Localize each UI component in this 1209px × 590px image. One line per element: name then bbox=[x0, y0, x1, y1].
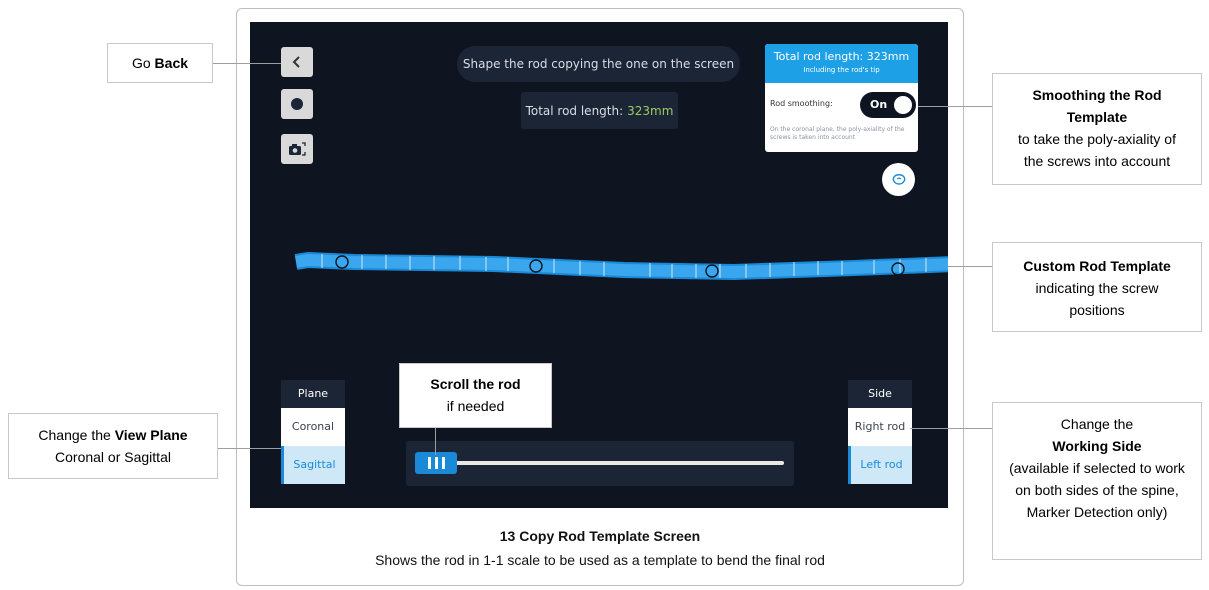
callout-smoothing-text: to take the poly-axiality of the screws … bbox=[1018, 131, 1176, 169]
callout-line-scroll bbox=[435, 428, 436, 455]
grip-line bbox=[434, 457, 438, 469]
smoothing-toggle[interactable]: On bbox=[860, 92, 916, 118]
callout-view-plane: Change the View Plane Coronal or Sagitta… bbox=[8, 413, 218, 479]
callout-go-back-text: Go bbox=[131, 55, 155, 71]
card-title: Total rod length: 323mm bbox=[773, 50, 910, 63]
rod-template bbox=[294, 252, 948, 280]
rod-shape-icon bbox=[892, 173, 905, 185]
side-panel-title: Side bbox=[848, 380, 912, 408]
callout-view-plane-text: Coronal or Sagittal bbox=[55, 449, 171, 465]
chevron-left-icon bbox=[292, 56, 300, 68]
caption-subtitle: Shows the rod in 1-1 scale to be used as… bbox=[375, 552, 825, 568]
plane-option-coronal[interactable]: Coronal bbox=[281, 408, 345, 446]
callout-go-back-bold: Back bbox=[154, 55, 189, 71]
record-button[interactable] bbox=[281, 89, 313, 119]
callout-smoothing: Smoothing the Rod Template to take the p… bbox=[992, 73, 1202, 185]
callout-custom-rod-text: indicating the screw positions bbox=[1035, 280, 1159, 318]
smoothing-note: On the coronal plane, the poly-axiality … bbox=[770, 126, 905, 141]
smoothing-label: Rod smoothing: bbox=[770, 99, 833, 108]
callout-custom-rod-bold: Custom Rod Template bbox=[1023, 258, 1171, 274]
rod-view-button[interactable] bbox=[882, 163, 915, 196]
total-length-box: Total rod length: 323mm bbox=[521, 92, 678, 129]
rod-info-card: Total rod length: 323mm Including the ro… bbox=[765, 44, 918, 152]
callout-custom-rod: Custom Rod Template indicating the screw… bbox=[992, 242, 1202, 332]
total-length-value: 323mm bbox=[627, 103, 674, 118]
plane-panel-title: Plane bbox=[281, 380, 345, 408]
camera-icon bbox=[289, 142, 306, 156]
grip-line bbox=[427, 457, 431, 469]
total-length-label: Total rod length: bbox=[525, 103, 624, 118]
callout-scroll-bold: Scroll the rod bbox=[430, 376, 521, 392]
slider-track[interactable] bbox=[418, 461, 784, 465]
card-subtitle: Including the rod's tip bbox=[803, 66, 880, 74]
toggle-knob bbox=[894, 96, 912, 114]
instruction-text: Shape the rod copying the one on the scr… bbox=[462, 57, 735, 71]
callout-working-side-bold: Working Side bbox=[1052, 438, 1142, 454]
card-header: Total rod length: 323mm Including the ro… bbox=[765, 44, 918, 83]
callout-line-working-side bbox=[910, 428, 992, 429]
side-option-left[interactable]: Left rod bbox=[848, 446, 912, 484]
app-screen: Shape the rod copying the one on the scr… bbox=[250, 22, 948, 508]
grip-line bbox=[441, 457, 445, 469]
callout-line-go-back bbox=[213, 63, 281, 64]
side-panel: Side Right rod Left rod bbox=[848, 380, 912, 484]
back-button[interactable] bbox=[281, 47, 313, 77]
plane-option-sagittal[interactable]: Sagittal bbox=[281, 446, 345, 484]
callout-line-custom-rod bbox=[948, 266, 992, 267]
caption-title: 13 Copy Rod Template Screen bbox=[499, 528, 701, 544]
callout-working-side-text: (available if selected to work on both s… bbox=[1009, 460, 1185, 520]
instruction-pill: Shape the rod copying the one on the scr… bbox=[457, 46, 740, 82]
callout-go-back: Go Back bbox=[107, 43, 213, 83]
callout-smoothing-bold: Smoothing the Rod Template bbox=[1032, 87, 1162, 125]
plane-panel: Plane Coronal Sagittal bbox=[281, 380, 345, 484]
callout-line-smoothing bbox=[918, 106, 992, 107]
callout-working-side-pre: Change the bbox=[1060, 416, 1134, 432]
toggle-label: On bbox=[870, 98, 888, 111]
smoothing-row: Rod smoothing: On bbox=[770, 92, 916, 118]
callout-scroll-text: if needed bbox=[446, 398, 505, 414]
side-option-right[interactable]: Right rod bbox=[848, 408, 912, 446]
rod-scroll-slider[interactable] bbox=[406, 441, 794, 486]
callout-view-plane-bold: View Plane bbox=[114, 427, 188, 443]
callout-line-view-plane bbox=[218, 448, 281, 449]
callout-view-plane-pre: Change the bbox=[38, 427, 115, 443]
callout-scroll: Scroll the rod if needed bbox=[399, 363, 552, 428]
slider-thumb[interactable] bbox=[415, 452, 457, 474]
record-icon bbox=[291, 98, 303, 110]
camera-button[interactable] bbox=[281, 134, 313, 164]
callout-working-side: Change the Working Side (available if se… bbox=[992, 402, 1202, 560]
